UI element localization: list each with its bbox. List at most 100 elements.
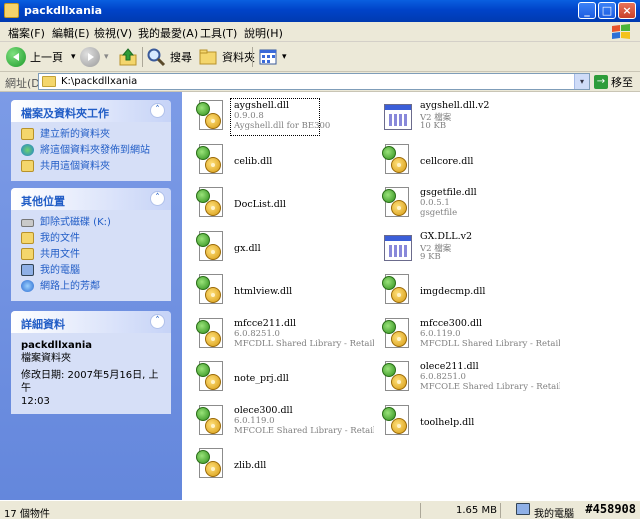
file-item[interactable]: olece211.dll 6.0.8251.0 MFCOLE Shared Libr…: [374, 357, 564, 401]
go-button[interactable]: → 移至: [594, 74, 633, 90]
file-list: aygshell.dll 0.9.0.8 Aygshell.dll for BE30…: [182, 92, 640, 500]
go-arrow-icon: →: [594, 75, 608, 89]
place-removable-disk[interactable]: 卸除式磁碟 (K:): [21, 215, 163, 231]
dll-icon: [382, 187, 412, 221]
shared-folder-icon: [21, 248, 34, 260]
file-name: aygshell.dll: [234, 100, 289, 111]
forward-button[interactable]: ▾: [80, 46, 109, 68]
menu-view[interactable]: 檢視(V): [94, 25, 132, 41]
place-my-computer[interactable]: 我的電腦: [21, 263, 163, 279]
dll-icon: [196, 361, 226, 395]
folders-label: 資料夾: [222, 51, 255, 64]
file-item[interactable]: gsgetfile.dll 0.0.5.1 gsgetfile: [374, 183, 564, 227]
status-bar: 17 個物件 1.65 MB 我的電腦: [0, 500, 640, 519]
status-size: 1.65 MB: [456, 505, 497, 516]
dll-icon: [382, 317, 412, 352]
menu-tools[interactable]: 工具(T): [200, 25, 237, 41]
file-item[interactable]: zlib.dll: [188, 444, 378, 488]
status-separator: [500, 503, 501, 518]
details-time: 12:03: [21, 396, 50, 407]
file-name: celib.dll: [234, 155, 273, 167]
watermark: #458908: [585, 502, 636, 516]
task-pane: 檔案及資料夾工作 ˄ 建立新的資料夾 將這個資料夾發佈到網站 共用這個資料夾 其…: [0, 92, 182, 500]
maximize-button[interactable]: □: [598, 2, 616, 19]
file-detail-line2: MFCDLL Shared Library - Retail V...: [234, 338, 374, 349]
address-input[interactable]: K:\packdllxania ▾: [38, 73, 590, 90]
v2-file-icon: [382, 231, 412, 265]
place-network[interactable]: 網路上的芳鄰: [21, 279, 163, 295]
dll-icon: [196, 448, 226, 482]
file-name: imgdecmp.dll: [420, 286, 486, 297]
file-item[interactable]: mfcce211.dll 6.0.8251.0 MFCDLL Shared Libr…: [188, 314, 378, 358]
file-name: cellcore.dll: [420, 155, 474, 167]
file-item[interactable]: toolhelp.dll: [374, 401, 564, 445]
folders-button[interactable]: 資料夾: [198, 46, 255, 68]
file-name: gsgetfile.dll: [420, 187, 477, 198]
up-folder-icon: [119, 48, 137, 66]
dll-icon: [196, 274, 226, 308]
documents-folder-icon: [21, 232, 34, 244]
file-item[interactable]: aygshell.dll 0.9.0.8 Aygshell.dll for BE30…: [188, 96, 378, 140]
place-shared-documents[interactable]: 共用文件: [21, 247, 163, 263]
file-item[interactable]: cellcore.dll: [374, 140, 564, 184]
menu-edit[interactable]: 編輯(E): [52, 25, 90, 41]
task-new-folder[interactable]: 建立新的資料夾: [21, 127, 163, 143]
file-item[interactable]: DocList.dll: [188, 183, 378, 227]
file-detail-line2: MFCOLE Shared Library - Retail V...: [420, 382, 560, 392]
forward-dropdown-icon[interactable]: ▾: [104, 52, 109, 62]
new-folder-icon: [21, 128, 34, 140]
file-tasks-header[interactable]: 檔案及資料夾工作 ˄: [11, 100, 171, 122]
file-item[interactable]: GX.DLL.v2 V2 檔案 9 KB: [374, 227, 564, 271]
views-dropdown-icon[interactable]: ▾: [282, 52, 287, 62]
v2-file-icon: [382, 100, 412, 134]
collapse-icon[interactable]: ˄: [150, 191, 165, 206]
views-button[interactable]: ▾: [258, 46, 287, 68]
file-item[interactable]: htmlview.dll: [188, 270, 378, 314]
place-label: 卸除式磁碟 (K:): [40, 217, 111, 228]
file-detail-line1: 6.0.8251.0: [420, 372, 466, 382]
file-item[interactable]: note_prj.dll: [188, 357, 378, 401]
close-button[interactable]: ×: [618, 2, 636, 19]
minimize-button[interactable]: _: [578, 2, 596, 19]
globe-icon: [21, 144, 34, 156]
file-name: GX.DLL.v2: [420, 230, 473, 242]
menu-bar: 檔案(F) 編輯(E) 檢視(V) 我的最愛(A) 工具(T) 說明(H): [0, 22, 640, 42]
details-name: packdllxania: [21, 340, 92, 351]
file-item[interactable]: aygshell.dll.v2 V2 檔案 10 KB: [374, 96, 564, 140]
address-dropdown-icon[interactable]: ▾: [574, 74, 589, 89]
other-places-header[interactable]: 其他位置 ˄: [11, 188, 171, 210]
back-button[interactable]: 上一頁 ▾: [6, 46, 76, 68]
back-dropdown-icon[interactable]: ▾: [71, 52, 76, 62]
address-bar: 網址(D) K:\packdllxania ▾ → 移至: [0, 72, 640, 92]
place-label: 我的電腦: [40, 265, 80, 276]
file-item[interactable]: olece300.dll 6.0.119.0 MFCOLE Shared Libra…: [188, 401, 378, 445]
dll-icon: [382, 361, 412, 395]
title-bar: packdllxania _ □ ×: [0, 0, 640, 22]
search-icon: [147, 48, 166, 67]
menu-file[interactable]: 檔案(F): [8, 25, 45, 41]
dll-icon: [196, 100, 226, 134]
task-publish-web[interactable]: 將這個資料夾發佈到網站: [21, 143, 163, 159]
file-item[interactable]: gx.dll: [188, 227, 378, 271]
file-tasks-panel: 檔案及資料夾工作 ˄ 建立新的資料夾 將這個資料夾發佈到網站 共用這個資料夾: [11, 100, 171, 181]
menu-favorites[interactable]: 我的最愛(A): [138, 25, 198, 41]
task-share-folder[interactable]: 共用這個資料夾: [21, 159, 163, 175]
windows-logo-icon: [612, 24, 630, 39]
collapse-icon[interactable]: ˄: [150, 314, 165, 329]
file-item[interactable]: mfcce300.dll 6.0.119.0 MFCDLL Shared Libra…: [374, 314, 564, 358]
dll-icon: [382, 404, 412, 439]
collapse-icon[interactable]: ˄: [150, 103, 165, 118]
search-button[interactable]: 搜尋: [146, 46, 192, 68]
up-folder-button[interactable]: [118, 46, 138, 68]
file-detail-line2: 9 KB: [420, 251, 441, 262]
window-title: packdllxania: [24, 4, 103, 17]
file-item[interactable]: imgdecmp.dll: [374, 270, 564, 314]
file-tasks-title: 檔案及資料夾工作: [21, 107, 109, 120]
file-item[interactable]: celib.dll: [188, 140, 378, 184]
menu-help[interactable]: 說明(H): [244, 25, 283, 41]
place-my-documents[interactable]: 我的文件: [21, 231, 163, 247]
details-header[interactable]: 詳細資料 ˄: [11, 311, 171, 333]
back-label: 上一頁: [30, 51, 63, 64]
file-name: toolhelp.dll: [420, 416, 475, 428]
forward-arrow-icon: [80, 47, 100, 67]
